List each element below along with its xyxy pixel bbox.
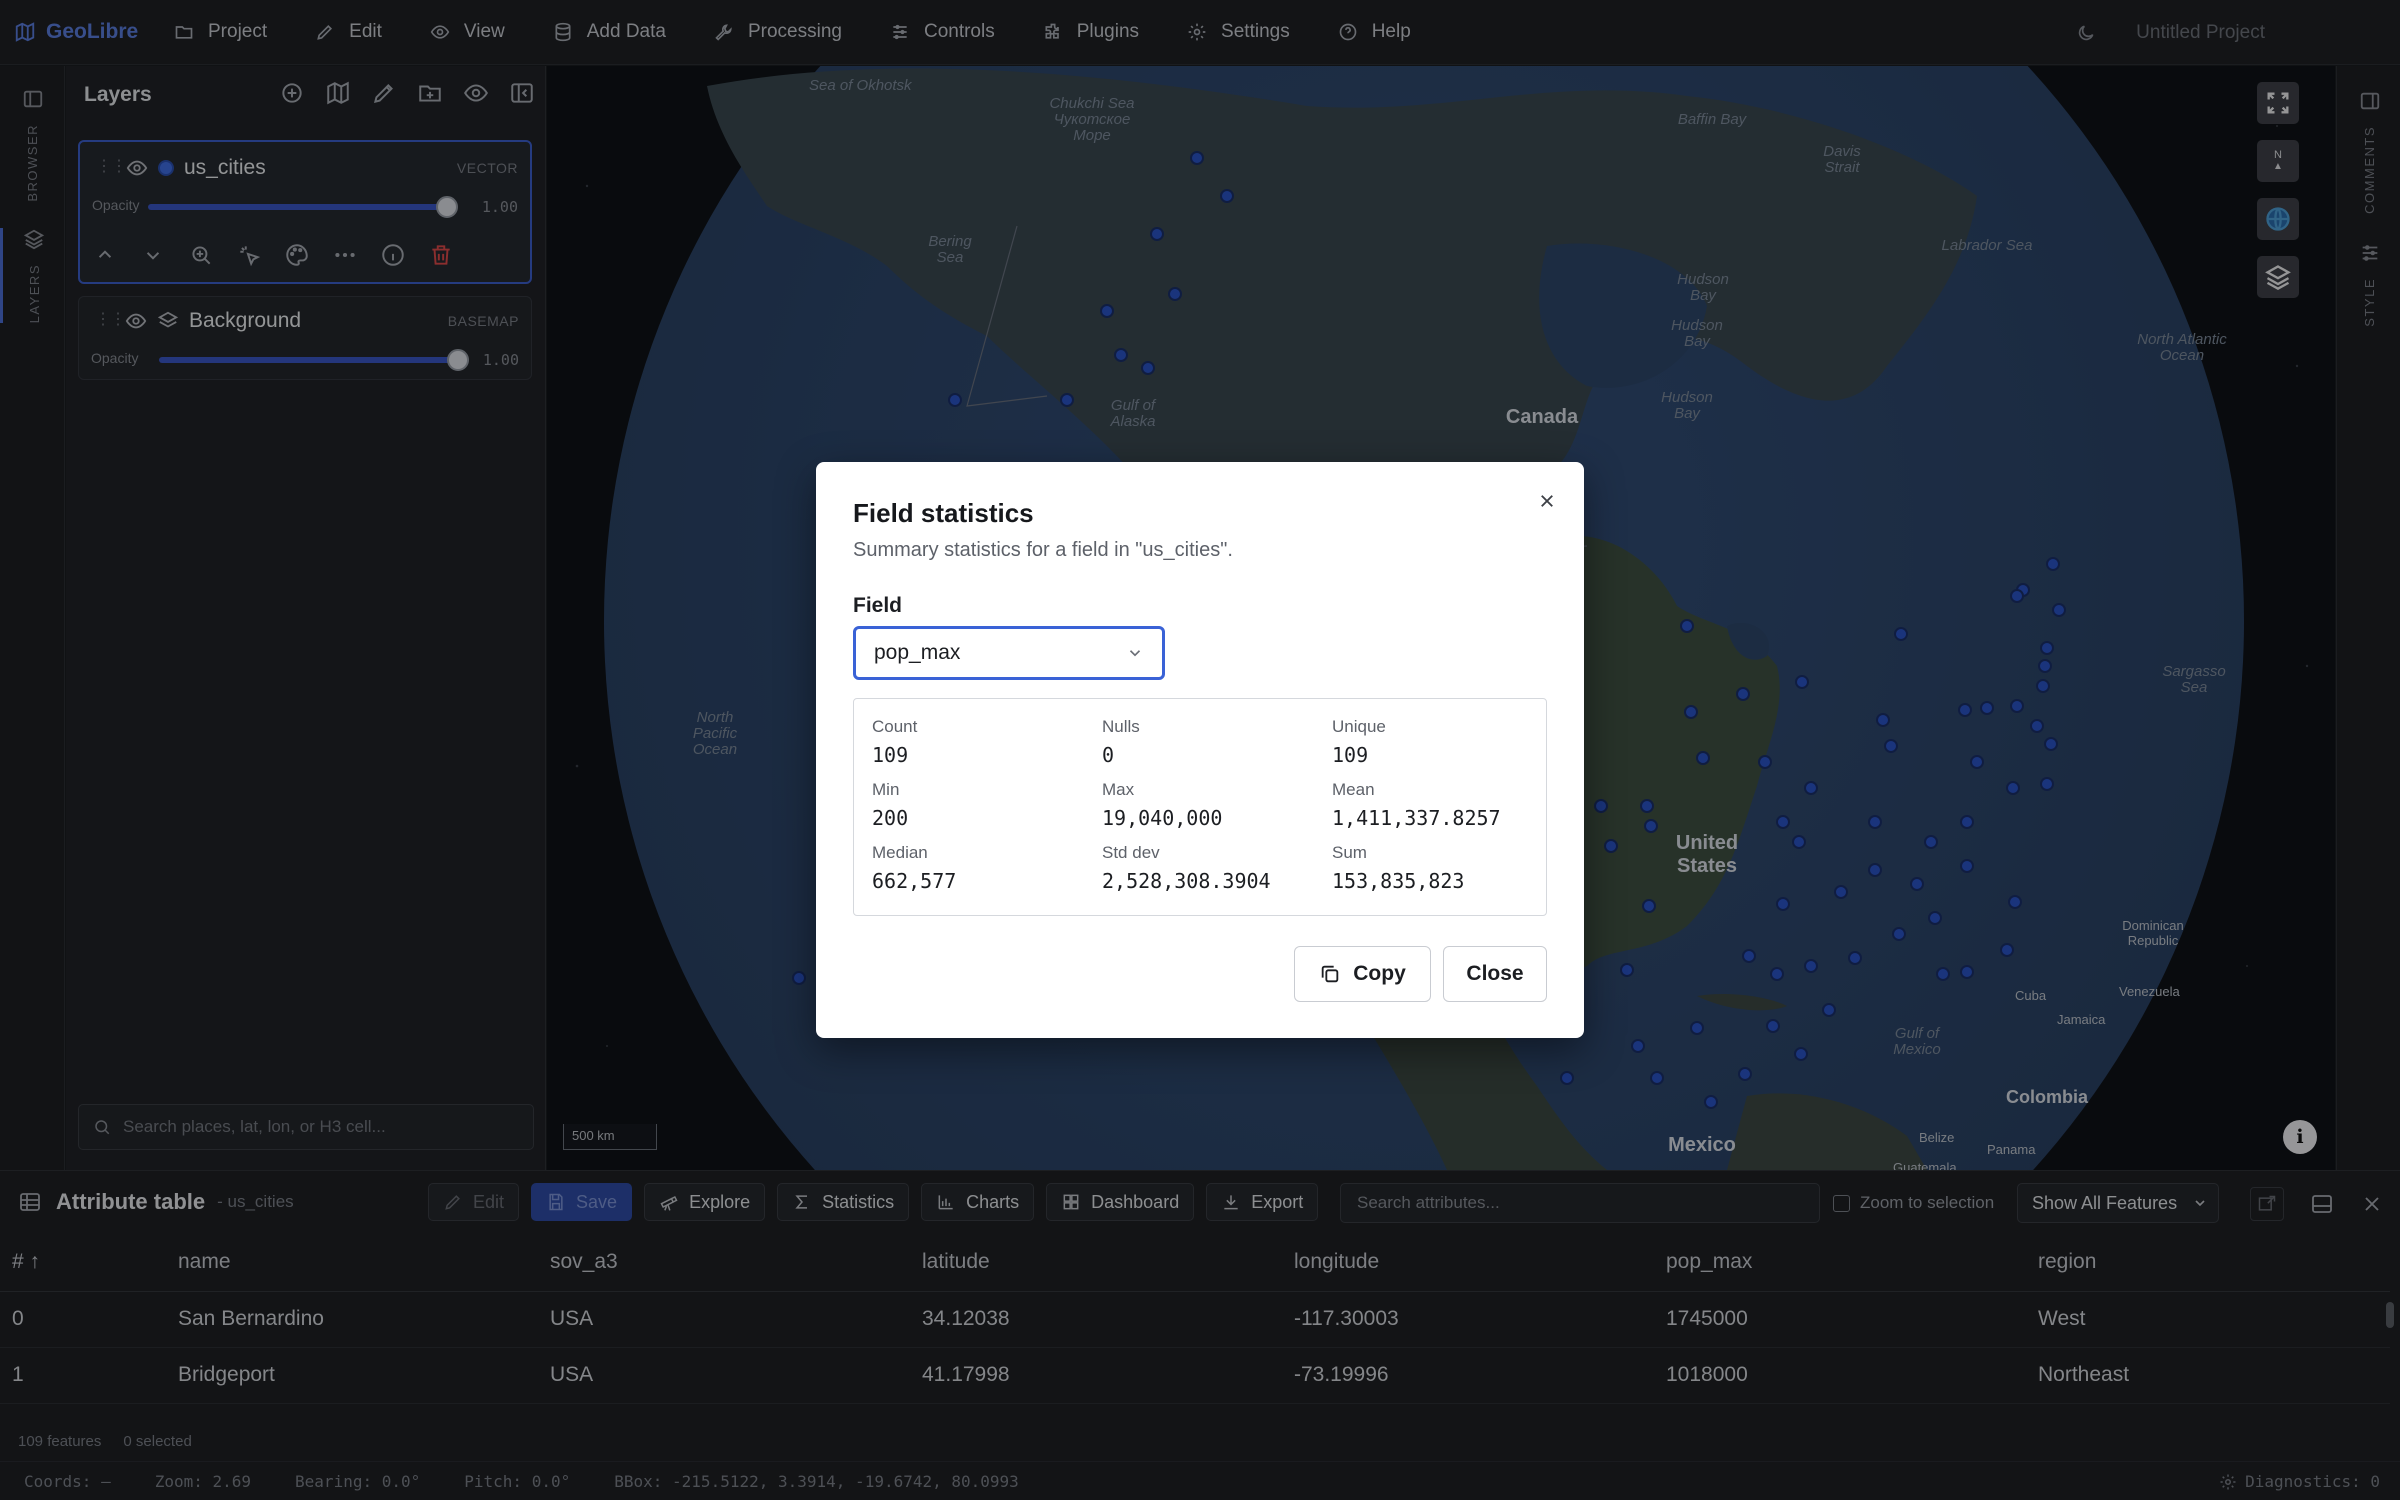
stat-max: Max 19,040,000	[1102, 780, 1223, 830]
dialog-title: Field statistics	[853, 498, 1034, 528]
stats-grid: Count 109 Nulls 0 Unique 109 Min 200 Max…	[853, 698, 1547, 916]
dialog-subtitle: Summary statistics for a field in "us_ci…	[853, 539, 1233, 561]
stat-std-dev: Std dev 2,528,308.3904	[1102, 843, 1271, 893]
stat-median: Median 662,577	[872, 843, 957, 893]
field-statistics-dialog: Field statistics Summary statistics for …	[816, 462, 1584, 1038]
field-select-value: pop_max	[874, 641, 961, 664]
field-select[interactable]: pop_max	[853, 626, 1165, 680]
close-icon	[1541, 495, 1553, 507]
stat-min: Min 200	[872, 780, 909, 830]
field-label: Field	[853, 594, 903, 617]
stat-unique: Unique 109	[1332, 717, 1386, 767]
dialog-close-button[interactable]	[1534, 488, 1560, 514]
chevron-down-icon	[1129, 650, 1141, 657]
close-button[interactable]: Close	[1443, 946, 1547, 1002]
stat-count: Count 109	[872, 717, 918, 767]
copy-button[interactable]: Copy	[1294, 946, 1431, 1002]
stat-sum: Sum 153,835,823	[1332, 843, 1465, 893]
stat-nulls: Nulls 0	[1102, 717, 1140, 767]
copy-icon	[1322, 965, 1339, 983]
stat-mean: Mean 1,411,337.8257	[1332, 780, 1501, 830]
